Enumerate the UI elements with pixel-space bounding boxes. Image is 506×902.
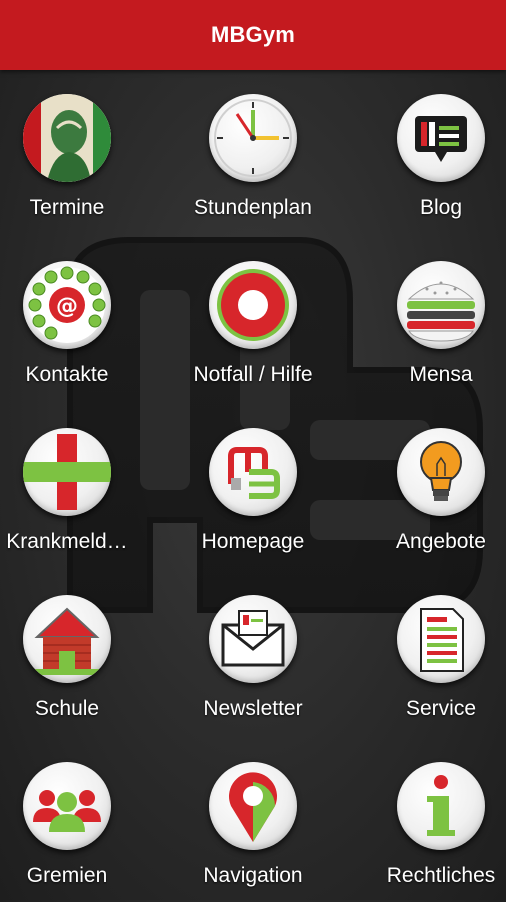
document-icon: [397, 595, 485, 683]
tile-mensa[interactable]: Mensa: [357, 261, 506, 401]
tile-rechtliches[interactable]: Rechtliches: [357, 762, 506, 902]
tile-label: Rechtliches: [386, 864, 496, 887]
portrait-calendar-icon: [23, 94, 111, 182]
tile-navigation[interactable]: Navigation: [169, 762, 337, 902]
tile-label: Navigation: [203, 864, 303, 887]
mb-logo-icon: [209, 428, 297, 516]
tile-angebote[interactable]: Angebote: [357, 428, 506, 568]
group-people-icon: [23, 762, 111, 850]
tile-label: Termine: [29, 196, 105, 219]
tile-newsletter[interactable]: Newsletter: [169, 595, 337, 735]
tile-label: Stundenplan: [194, 196, 312, 219]
tile-label: Gremien: [26, 864, 108, 887]
school-house-icon: [23, 595, 111, 683]
tile-label: Homepage: [201, 530, 305, 553]
envelope-icon: [209, 595, 297, 683]
tile-label: Newsletter: [203, 697, 303, 720]
tile-label: Notfall / Hilfe: [193, 363, 313, 386]
app-title: MBGym: [210, 22, 296, 47]
tile-kontakte[interactable]: @ Kontakte: [0, 261, 151, 401]
tile-notfall-hilfe[interactable]: Notfall / Hilfe: [169, 261, 337, 401]
tile-schule[interactable]: Schule: [0, 595, 151, 735]
lifebuoy-icon: [209, 261, 297, 349]
map-pin-icon: [209, 762, 297, 850]
tile-label: Service: [405, 697, 477, 720]
rotary-phone-at-icon: @: [23, 261, 111, 349]
tile-label: Krankmeld…: [6, 530, 128, 553]
clock-icon: [209, 94, 297, 182]
svg-text:@: @: [56, 294, 78, 319]
tile-label: Schule: [34, 697, 100, 720]
tile-krankmeldung[interactable]: Krankmeld…: [0, 428, 151, 568]
tile-termine[interactable]: Termine: [0, 94, 151, 234]
tile-label: Blog: [419, 196, 463, 219]
info-icon: [397, 762, 485, 850]
medical-cross-icon: [23, 428, 111, 516]
lightbulb-icon: [397, 428, 485, 516]
tile-gremien[interactable]: Gremien: [0, 762, 151, 902]
tile-stundenplan[interactable]: Stundenplan: [169, 94, 337, 234]
blog-chat-icon: [397, 94, 485, 182]
tile-blog[interactable]: Blog: [357, 94, 506, 234]
burger-icon: [397, 261, 485, 349]
tile-label: Kontakte: [25, 363, 109, 386]
tile-homepage[interactable]: Homepage: [169, 428, 337, 568]
tile-label: Mensa: [409, 363, 473, 386]
tile-label: Angebote: [396, 530, 486, 553]
app-header: MBGym: [0, 0, 506, 70]
tile-service[interactable]: Service: [357, 595, 506, 735]
